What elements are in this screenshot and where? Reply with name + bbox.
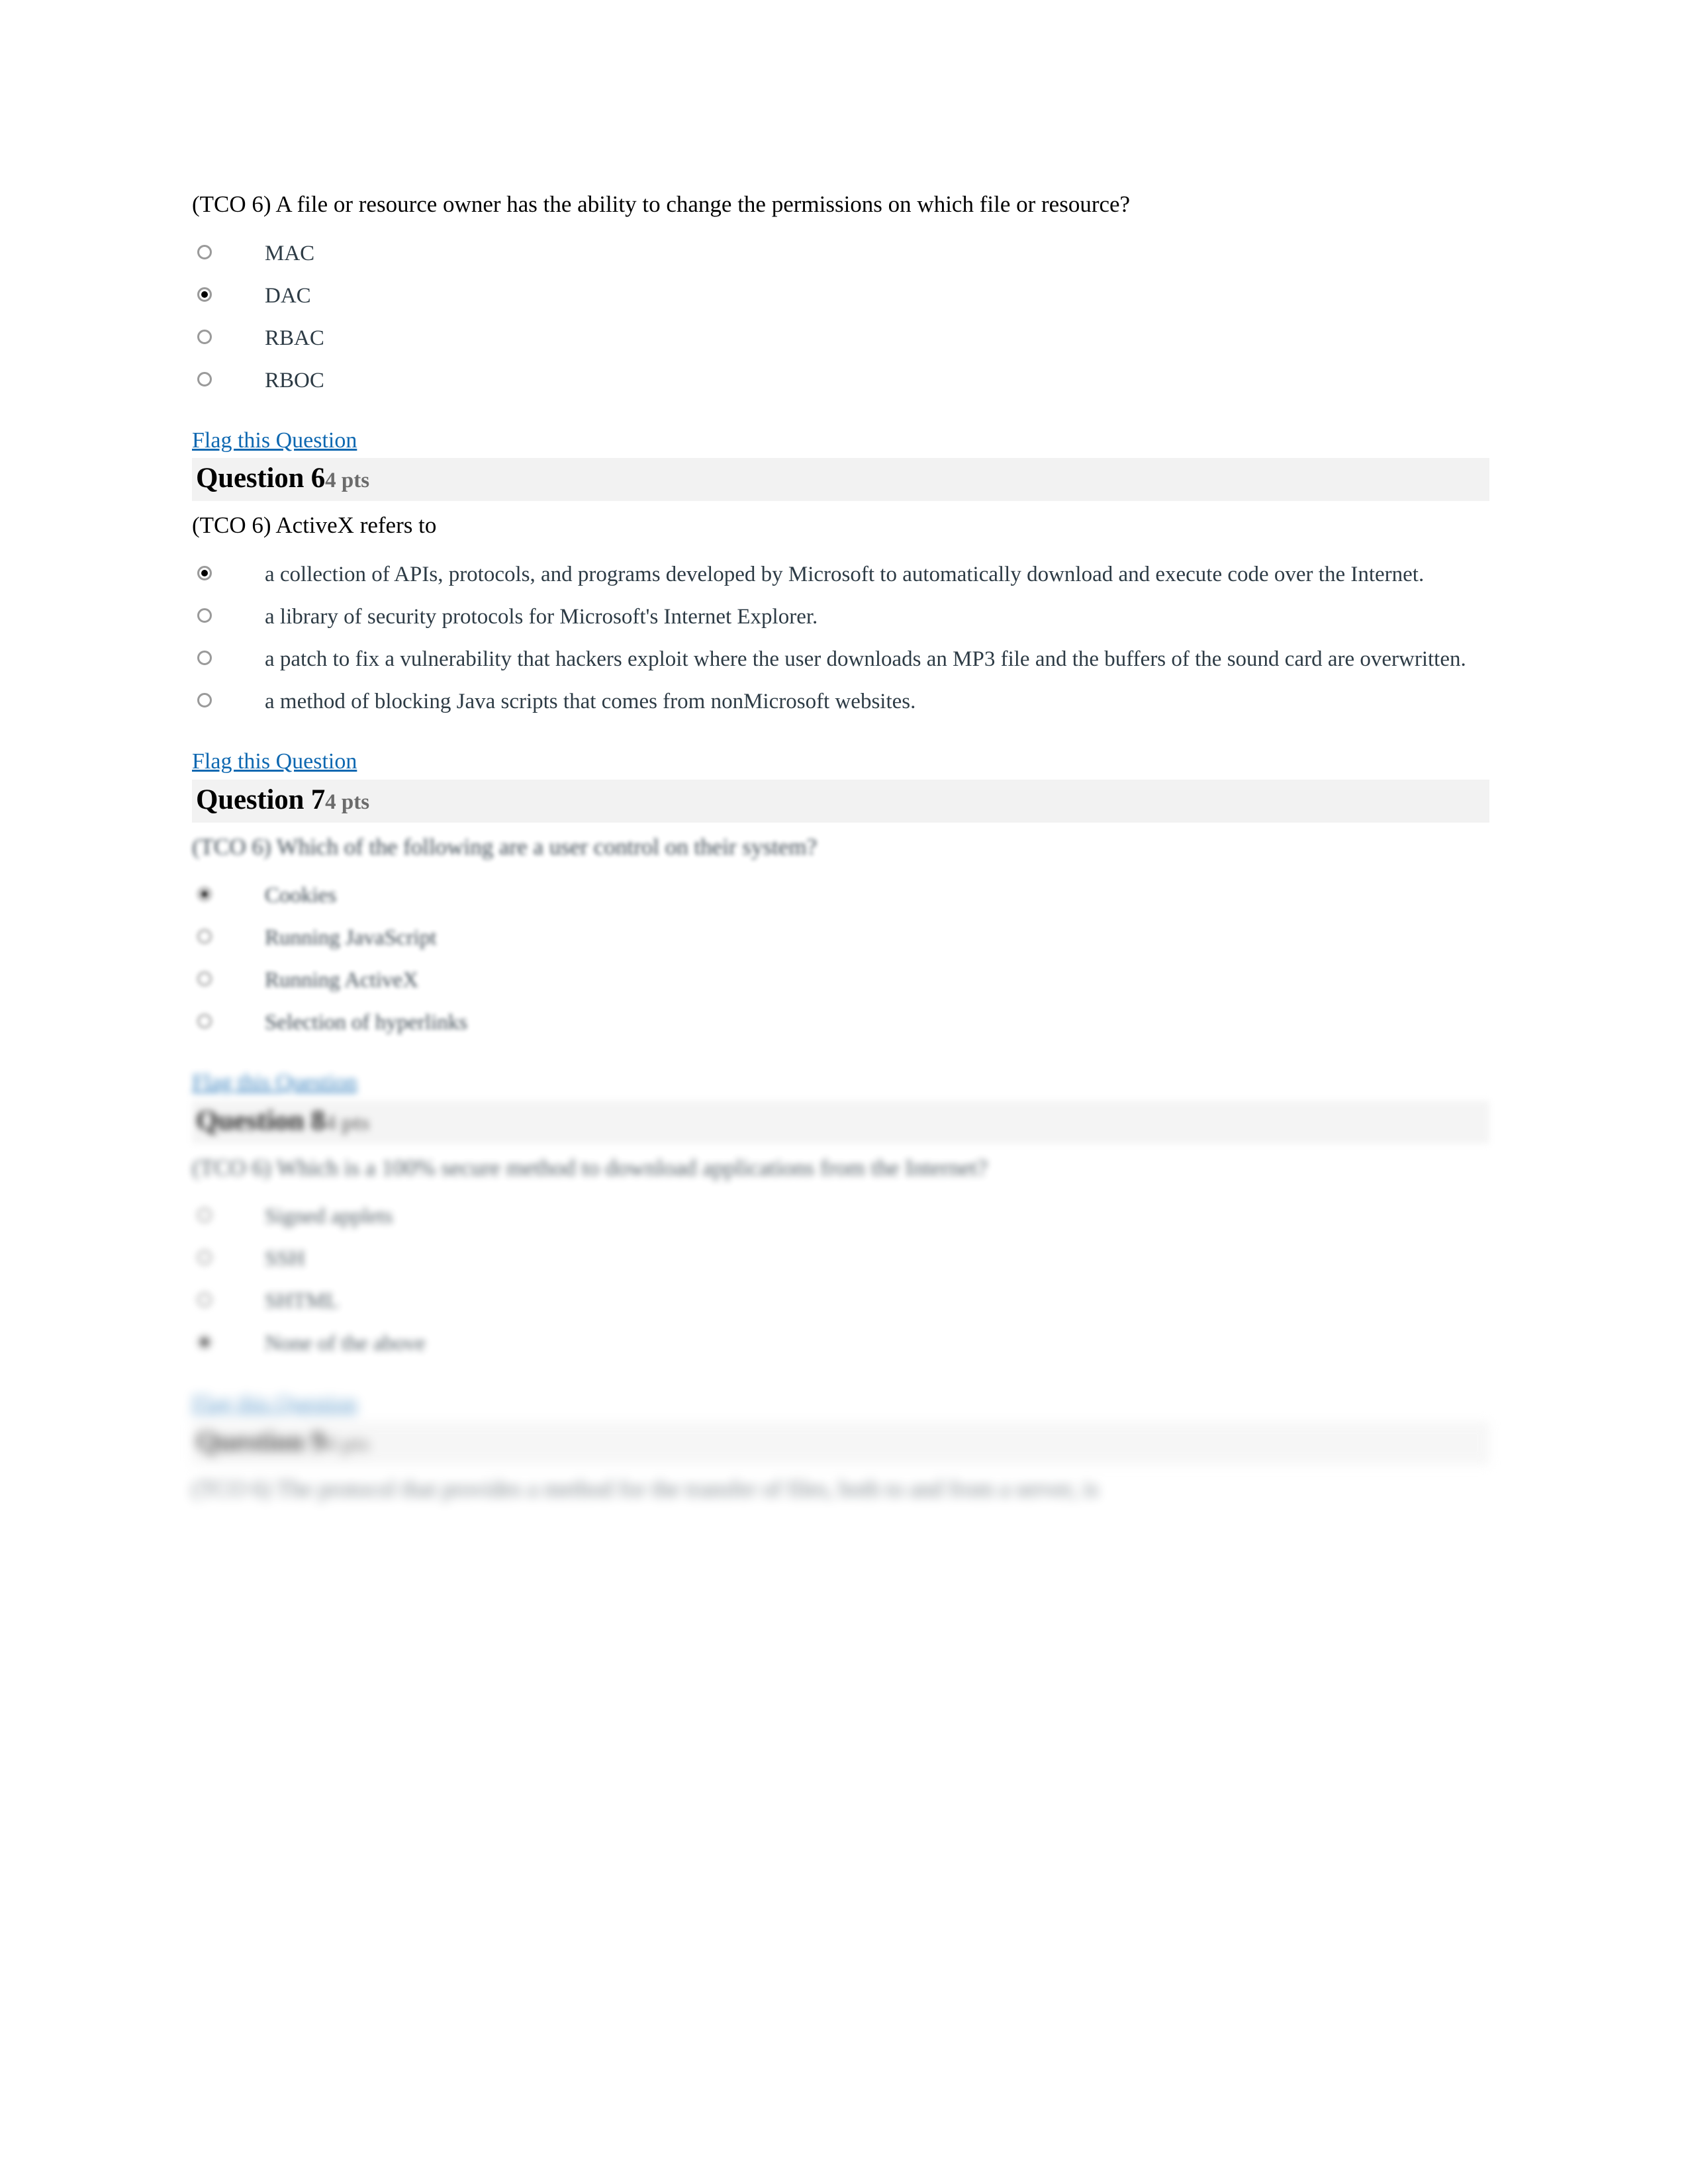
answer-label: RBAC — [265, 326, 324, 350]
question-header-q8: Question 84 pts — [192, 1100, 1489, 1144]
answer-option[interactable]: a library of security protocols for Micr… — [192, 603, 1489, 632]
radio-button-icon[interactable] — [197, 244, 212, 259]
answer-label: MAC — [265, 241, 315, 265]
question-prompt-q6: (TCO 6) ActiveX refers to — [192, 512, 437, 539]
answer-option[interactable]: a method of blocking Java scripts that c… — [192, 688, 1489, 717]
answer-list-q5: MAC DAC RBAC RBOC — [192, 240, 1489, 396]
radio-button-selected-icon[interactable] — [197, 287, 212, 302]
question-header-q6: Question 64 pts — [192, 458, 1489, 502]
answer-list-q8: Signed applets SSH SHTML None of the abo… — [192, 1203, 1489, 1359]
answer-option[interactable]: Signed applets — [192, 1203, 1489, 1232]
radio-button-icon[interactable] — [197, 1250, 212, 1265]
flag-this-question-link[interactable]: Flag this Question — [192, 1069, 357, 1097]
document-page: (TCO 6) A file or resource owner has the… — [0, 0, 1688, 2184]
answer-label: a method of blocking Java scripts that c… — [265, 689, 916, 713]
radio-button-selected-icon[interactable] — [197, 565, 212, 580]
answer-option[interactable]: Running JavaScript — [192, 924, 1489, 953]
flag-this-question-link[interactable]: Flag this Question — [192, 749, 357, 776]
question-prompt-q5: (TCO 6) A file or resource owner has the… — [192, 191, 1131, 217]
question-points-label: 4 pts — [325, 1111, 370, 1135]
question-header-q7: Question 74 pts — [192, 779, 1489, 823]
radio-button-icon[interactable] — [197, 650, 212, 665]
radio-button-icon[interactable] — [197, 1208, 212, 1223]
question-block-q8: Flag this Question Question 84 pts (TCO … — [192, 1038, 1489, 1359]
answer-option[interactable]: DAC — [192, 282, 1489, 311]
answer-label: Running JavaScript — [265, 926, 437, 950]
answer-label: a patch to fix a vulnerability that hack… — [265, 647, 1466, 671]
answer-option[interactable]: RBOC — [192, 367, 1489, 396]
radio-button-icon[interactable] — [197, 692, 212, 707]
answer-option[interactable]: a collection of APIs, protocols, and pro… — [192, 561, 1489, 590]
radio-button-icon[interactable] — [197, 929, 212, 944]
question-prompt-q8: (TCO 6) Which is a 100% secure method to… — [192, 1154, 988, 1181]
quiz-content: (TCO 6) A file or resource owner has the… — [192, 189, 1489, 1504]
question-body-q6: (TCO 6) ActiveX refers to a collection o… — [192, 510, 1489, 775]
answer-label: Running ActiveX — [265, 968, 418, 993]
radio-button-icon[interactable] — [197, 1014, 212, 1029]
radio-button-icon[interactable] — [197, 329, 212, 344]
answer-label: DAC — [265, 283, 311, 308]
answer-label: Selection of hyperlinks — [265, 1011, 468, 1035]
answer-option[interactable]: RBAC — [192, 324, 1489, 353]
question-header-q9: Question 94 pts — [192, 1422, 1489, 1465]
question-body-q9: (TCO 6) The protocol that provides a met… — [192, 1474, 1489, 1504]
answer-label: a library of security protocols for Micr… — [265, 604, 818, 629]
answer-label: a collection of APIs, protocols, and pro… — [265, 562, 1425, 586]
question-number-label: Question 6 — [196, 463, 326, 494]
flag-this-question-link[interactable]: Flag this Question — [192, 1390, 357, 1418]
radio-button-icon[interactable] — [197, 608, 212, 623]
answer-list-q7: Cookies Running JavaScript Running Activ… — [192, 882, 1489, 1038]
question-prompt-q7: (TCO 6) Which of the following are a use… — [192, 833, 818, 860]
radio-button-selected-icon[interactable] — [197, 887, 212, 902]
question-block-q6: Question 64 pts (TCO 6) ActiveX refers t… — [192, 458, 1489, 775]
answer-label: SSH — [265, 1247, 305, 1271]
question-number-label: Question 9 — [196, 1426, 326, 1458]
question-body-q8: (TCO 6) Which is a 100% secure method to… — [192, 1153, 1489, 1359]
answer-option[interactable]: a patch to fix a vulnerability that hack… — [192, 645, 1489, 674]
question-block-q5: (TCO 6) A file or resource owner has the… — [192, 189, 1489, 454]
answer-option[interactable]: None of the above — [192, 1330, 1489, 1359]
answer-option[interactable]: MAC — [192, 240, 1489, 269]
radio-button-icon[interactable] — [197, 1293, 212, 1308]
answer-option[interactable]: Selection of hyperlinks — [192, 1009, 1489, 1038]
answer-option[interactable]: SHTML — [192, 1287, 1489, 1316]
question-number-label: Question 8 — [196, 1105, 326, 1136]
question-number-label: Question 7 — [196, 784, 326, 815]
answer-label: SHTML — [265, 1289, 339, 1314]
question-points-label: 4 pts — [325, 790, 370, 814]
answer-label: RBOC — [265, 368, 324, 392]
question-body-q7: (TCO 6) Which of the following are a use… — [192, 832, 1489, 1038]
question-block-q9: Flag this Question Question 94 pts (TCO … — [192, 1359, 1489, 1504]
answer-label: None of the above — [265, 1332, 426, 1356]
question-block-q7: Question 74 pts (TCO 6) Which of the fol… — [192, 779, 1489, 1038]
answer-label: Signed applets — [265, 1205, 393, 1229]
answer-option[interactable]: Cookies — [192, 882, 1489, 911]
radio-button-icon[interactable] — [197, 371, 212, 387]
answer-label: Cookies — [265, 884, 337, 908]
radio-button-selected-icon[interactable] — [197, 1335, 212, 1350]
answer-option[interactable]: SSH — [192, 1245, 1489, 1274]
question-prompt-q9: (TCO 6) The protocol that provides a met… — [192, 1476, 1099, 1502]
answer-list-q6: a collection of APIs, protocols, and pro… — [192, 561, 1489, 717]
question-points-label: 4 pts — [325, 469, 370, 493]
flag-this-question-link[interactable]: Flag this Question — [192, 428, 357, 455]
radio-button-icon[interactable] — [197, 972, 212, 987]
answer-option[interactable]: Running ActiveX — [192, 966, 1489, 995]
question-points-label: 4 pts — [325, 1432, 370, 1457]
